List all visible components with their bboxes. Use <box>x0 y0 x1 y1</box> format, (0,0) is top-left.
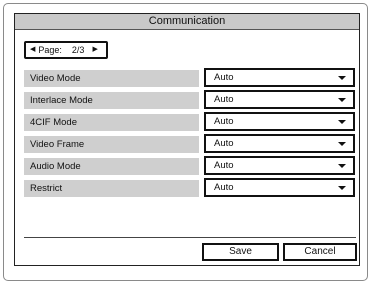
cancel-button[interactable]: Cancel <box>283 243 357 261</box>
dropdown-value: Auto <box>214 116 234 127</box>
interlace-mode-dropdown[interactable]: Auto <box>204 90 355 109</box>
chevron-down-icon <box>338 142 346 146</box>
dropdown-value: Auto <box>214 138 234 149</box>
setting-label: Video Frame <box>30 139 85 150</box>
video-frame-dropdown[interactable]: Auto <box>204 134 355 153</box>
dropdown-value: Auto <box>214 94 234 105</box>
setting-label: Restrict <box>30 183 63 194</box>
page-selector[interactable]: ◀ Page: 2/3 ▶ <box>24 41 108 59</box>
save-button[interactable]: Save <box>202 243 279 261</box>
chevron-down-icon <box>338 120 346 124</box>
chevron-down-icon <box>338 186 346 190</box>
4cif-mode-dropdown[interactable]: Auto <box>204 112 355 131</box>
setting-row-interlace-mode: Interlace Mode Auto <box>24 90 356 112</box>
setting-label: 4CIF Mode <box>30 117 77 128</box>
restrict-dropdown[interactable]: Auto <box>204 178 355 197</box>
setting-row-restrict: Restrict Auto <box>24 178 356 200</box>
divider <box>24 237 356 238</box>
setting-row-video-mode: Video Mode Auto <box>24 68 356 90</box>
audio-mode-dropdown[interactable]: Auto <box>204 156 355 175</box>
page-value: 2/3 <box>71 45 85 55</box>
setting-row-4cif-mode: 4CIF Mode Auto <box>24 112 356 134</box>
setting-label: Interlace Mode <box>30 95 93 106</box>
chevron-down-icon <box>338 164 346 168</box>
chevron-down-icon <box>338 76 346 80</box>
dropdown-value: Auto <box>214 160 234 171</box>
video-mode-dropdown[interactable]: Auto <box>204 68 355 87</box>
setting-label: Audio Mode <box>30 161 81 172</box>
dropdown-value: Auto <box>214 182 234 193</box>
setting-label: Video Mode <box>30 73 81 84</box>
chevron-down-icon <box>338 98 346 102</box>
setting-row-video-frame: Video Frame Auto <box>24 134 356 156</box>
communication-dialog: Communication ◀ Page: 2/3 ▶ Video Mode A… <box>14 13 360 266</box>
setting-row-audio-mode: Audio Mode Auto <box>24 156 356 178</box>
dropdown-value: Auto <box>214 72 234 83</box>
triangle-left-icon[interactable]: ◀ <box>28 43 37 57</box>
page-label: Page: <box>38 45 62 55</box>
dialog-title: Communication <box>15 14 359 30</box>
triangle-right-icon[interactable]: ▶ <box>90 43 99 57</box>
settings-list: Video Mode Auto Interlace Mode Auto 4CIF… <box>24 68 356 200</box>
